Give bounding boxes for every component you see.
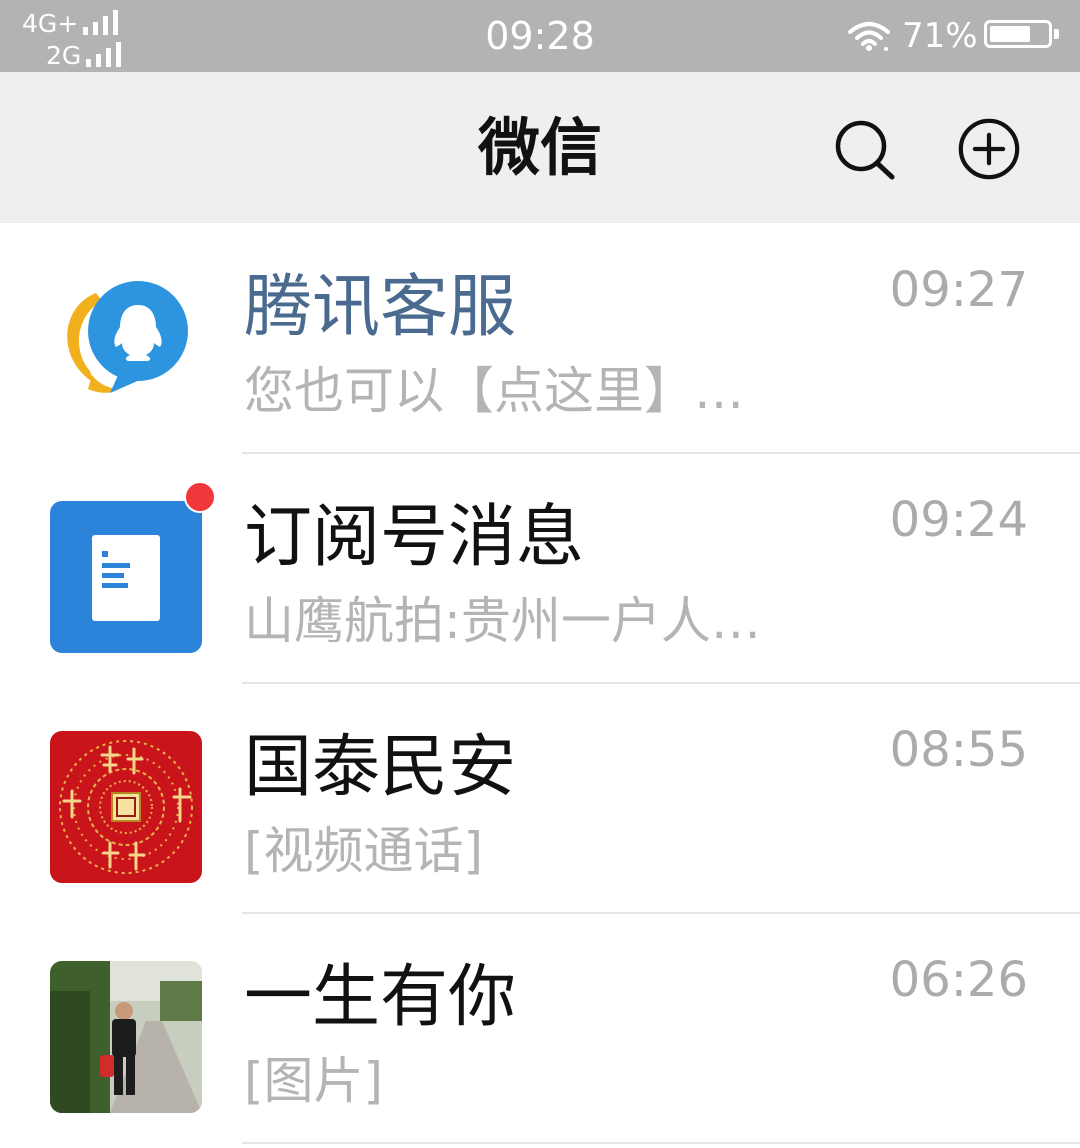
plus-circle-icon[interactable] xyxy=(958,118,1020,180)
battery-level-fill xyxy=(990,26,1030,42)
chat-preview: 山鹰航拍:贵州一户人… xyxy=(244,592,761,650)
header-bar: 微信 xyxy=(0,72,1080,223)
chat-time: 06:26 xyxy=(889,952,1028,1008)
search-icon[interactable] xyxy=(834,118,896,180)
chat-preview: [视频通话] xyxy=(244,822,484,880)
chat-item-guotaiminan[interactable]: 国泰民安 [视频通话] 08:55 xyxy=(0,684,1080,914)
subscription-document-icon xyxy=(50,501,202,653)
unread-badge xyxy=(184,481,216,513)
chat-time: 09:24 xyxy=(889,492,1028,548)
chat-name: 腾讯客服 xyxy=(244,268,517,347)
chat-name: 一生有你 xyxy=(244,958,517,1037)
chat-preview: 您也可以【点这里】… xyxy=(244,362,744,420)
battery-icon xyxy=(984,20,1052,48)
divider xyxy=(242,1142,1080,1144)
status-bar: 4G+ 2G 09:28 71% xyxy=(0,0,1080,72)
red-calligraphy-avatar xyxy=(50,731,202,883)
tencent-qq-service-icon xyxy=(50,271,202,423)
page-title: 微信 xyxy=(477,111,602,184)
chat-name: 国泰民安 xyxy=(244,728,517,807)
chat-name: 订阅号消息 xyxy=(244,498,585,577)
wifi-icon xyxy=(848,22,890,51)
chat-item-yishengyouni[interactable]: 一生有你 [图片] 06:26 xyxy=(0,914,1080,1144)
chat-item-tencent-service[interactable]: 腾讯客服 您也可以【点这里】… 09:27 xyxy=(0,224,1080,454)
chat-preview: [图片] xyxy=(244,1052,384,1110)
battery-percent: 71% xyxy=(902,16,978,56)
chat-item-subscriptions[interactable]: 订阅号消息 山鹰航拍:贵州一户人… 09:24 xyxy=(0,454,1080,684)
photo-person-avatar xyxy=(50,961,202,1113)
chat-time: 09:27 xyxy=(889,262,1028,318)
chat-time: 08:55 xyxy=(889,722,1028,778)
battery-terminal xyxy=(1054,29,1059,39)
